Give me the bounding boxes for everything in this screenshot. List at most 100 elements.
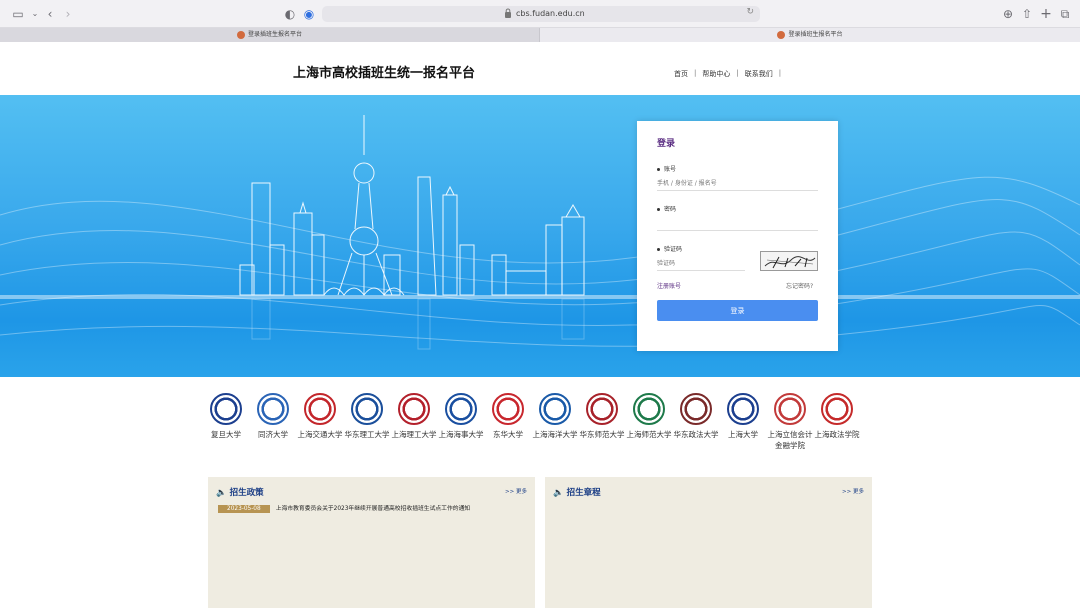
university-logo-icon [586,393,618,425]
captcha-graphic [764,256,816,269]
university-logo-icon [351,393,383,425]
news-date-badge: 2023-05-08 [218,505,270,513]
login-card: 登录 账号 密码 验证码 注册账号 忘记密码? 登录 [637,121,838,351]
university-name: 上海师范大学 [626,430,672,439]
university-logo-icon [445,393,477,425]
speaker-icon: 🔈 [553,488,564,498]
university-name: 同济大学 [258,430,288,439]
address-bar[interactable]: cbs.fudan.edu.cn ↻ [322,6,760,22]
university-name: 上海交通大学 [297,430,343,439]
university-name: 华东政法大学 [673,430,719,439]
favicon-icon [236,30,245,39]
university-logo-icon [539,393,571,425]
university-item[interactable]: 上海交通大学 [297,390,343,440]
university-item[interactable]: 上海海洋大学 [532,390,578,440]
site-header: 上海市高校插班生统一报名平台 首页 | 帮助中心 | 联系我们 | [0,42,1080,95]
nav-help[interactable]: 帮助中心 [696,69,736,79]
nav-contact[interactable]: 联系我们 [739,69,779,79]
tab-overview-icon[interactable]: ⧉ [1057,6,1073,22]
university-name: 上海海洋大学 [532,430,578,439]
university-logo-icon [257,393,289,425]
news-rules-panel: 🔈 招生章程 >> 更多 [545,477,872,608]
news-policy-title: 🔈 招生政策 [216,486,264,498]
news-item[interactable]: 2023-05-08 上海市教育委员会关于2023年继续开展普通高校招收插班生试点… [218,503,470,513]
download-icon[interactable]: ⊕ [1000,6,1016,22]
nav-separator: | [778,69,782,77]
forward-icon[interactable]: › [60,6,76,22]
tab-1[interactable]: 登录插班生报名平台 [0,28,540,42]
tab-2[interactable]: 登录插班生报名平台 [540,28,1080,42]
password-input[interactable] [657,217,818,231]
top-nav: 首页 | 帮助中心 | 联系我们 | [668,69,781,79]
university-item[interactable]: 上海理工大学 [391,390,437,440]
university-item[interactable]: 同济大学 [250,390,296,440]
university-name: 上海理工大学 [391,430,437,439]
university-item[interactable]: 华东理工大学 [344,390,390,440]
university-logo-icon [304,393,336,425]
extension-icon[interactable]: ◉ [301,6,317,22]
university-item[interactable]: 华东师范大学 [579,390,625,440]
login-button[interactable]: 登录 [657,300,818,321]
login-title: 登录 [657,139,676,149]
chevron-down-icon[interactable]: ⌄ [27,6,43,22]
share-icon[interactable]: ⇧ [1019,6,1035,22]
university-item[interactable]: 上海大学 [720,390,766,440]
tab-label: 登录插班生报名平台 [247,31,302,38]
news-policy-panel: 🔈 招生政策 >> 更多 2023-05-08 上海市教育委员会关于2023年继续开… [208,477,535,608]
university-name: 上海政法学院 [814,430,860,439]
news-policy-more-link[interactable]: >> 更多 [505,487,527,495]
tab-bar: 登录插班生报名平台 登录插班生报名平台 [0,28,1080,42]
university-item[interactable]: 华东政法大学 [673,390,719,440]
university-logo-icon [821,393,853,425]
favicon-icon [777,30,786,39]
university-list: 复旦大学 同济大学 上海交通大学 华东理工大学 上海理工大学 上海海事大学 东华… [203,390,883,470]
university-logo-icon [210,393,242,425]
lock-icon [505,8,511,18]
hero-banner [0,95,1080,377]
back-icon[interactable]: ‹ [42,6,58,22]
university-logo-icon [398,393,430,425]
nav-home[interactable]: 首页 [668,69,694,79]
shield-icon[interactable]: ◐ [282,6,298,22]
forgot-password-link[interactable]: 忘记密码? [786,281,813,290]
university-name: 上海海事大学 [438,430,484,439]
university-logo-icon [774,393,806,425]
university-logo-icon [492,393,524,425]
university-logo-icon [633,393,665,425]
university-item[interactable]: 东华大学 [485,390,531,440]
university-name: 华东师范大学 [579,430,625,439]
skyline-illustration [0,115,1080,350]
university-item[interactable]: 上海海事大学 [438,390,484,440]
news-rules-title: 🔈 招生章程 [553,486,601,498]
news-item-text: 上海市教育委员会关于2023年继续开展普通高校招收插班生试点工作的通知 [275,506,471,512]
university-logo-icon [680,393,712,425]
new-tab-icon[interactable]: + [1038,6,1054,22]
captcha-image[interactable] [760,251,818,271]
register-link[interactable]: 注册账号 [657,281,681,290]
news-rules-title-text: 招生章程 [566,488,601,498]
password-label: 密码 [657,204,676,213]
site-title: 上海市高校插班生统一报名平台 [293,66,476,81]
university-logo-icon [727,393,759,425]
news-policy-title-text: 招生政策 [229,488,264,498]
university-item[interactable]: 复旦大学 [203,390,249,440]
university-name: 上海立信会计金融学院 [767,430,813,450]
account-input[interactable] [657,177,818,191]
sidebar-toggle-icon[interactable]: ▭ [10,6,26,22]
url-text: cbs.fudan.edu.cn [516,9,585,18]
university-item[interactable]: 上海政法学院 [814,390,860,440]
university-name: 华东理工大学 [344,430,390,439]
university-name: 复旦大学 [211,430,241,439]
tab-label: 登录插班生报名平台 [788,31,843,38]
captcha-label: 验证码 [657,244,682,253]
reload-icon[interactable]: ↻ [746,7,754,17]
university-name: 上海大学 [728,430,758,439]
browser-toolbar: ▭ ⌄ ‹ › ◐ ◉ cbs.fudan.edu.cn ↻ ⊕ ⇧ + ⧉ [0,0,1080,28]
captcha-input[interactable] [657,257,745,271]
university-name: 东华大学 [493,430,523,439]
speaker-icon: 🔈 [216,488,227,498]
university-item[interactable]: 上海立信会计金融学院 [767,390,813,451]
university-item[interactable]: 上海师范大学 [626,390,672,440]
news-rules-more-link[interactable]: >> 更多 [842,487,864,495]
account-label: 账号 [657,164,676,173]
